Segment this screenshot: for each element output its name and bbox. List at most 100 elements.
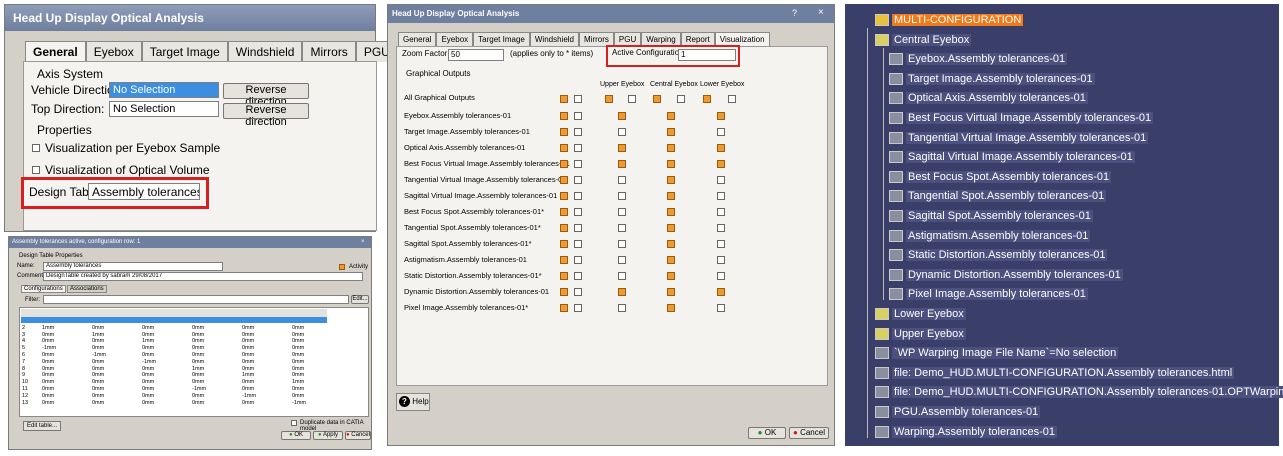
output-checkbox[interactable] [574,208,582,216]
tab-general[interactable]: General [398,32,437,46]
output-checkbox[interactable] [560,128,568,136]
tab-report[interactable]: Report [680,32,715,46]
output-checkbox[interactable] [667,176,675,184]
tab-windshield[interactable]: Windshield [227,41,303,62]
output-checkbox[interactable] [667,128,675,136]
output-checkbox[interactable] [728,95,736,103]
output-checkbox[interactable] [560,95,568,103]
output-checkbox[interactable] [574,288,582,296]
checkbox-optical-volume[interactable] [32,166,40,174]
output-checkbox[interactable] [574,112,582,120]
output-checkbox[interactable] [605,95,613,103]
output-checkbox[interactable] [717,160,725,168]
output-checkbox[interactable] [560,112,568,120]
output-checkbox[interactable] [667,240,675,248]
apply-button[interactable]: ● Apply [313,431,343,440]
output-checkbox[interactable] [560,176,568,184]
output-checkbox[interactable] [667,112,675,120]
output-checkbox[interactable] [560,192,568,200]
output-checkbox[interactable] [667,160,675,168]
output-checkbox[interactable] [560,304,568,312]
tab-general[interactable]: General [25,41,86,62]
output-checkbox[interactable] [717,128,725,136]
tree-node[interactable]: Warping.Assembly tolerances-01 [875,424,1057,441]
comment-field[interactable]: DesignTable created by sabram 29/08/2017 [43,272,363,281]
tab-warping[interactable]: Warping [641,32,681,46]
tree-node[interactable]: Central Eyebox [875,32,972,49]
output-checkbox[interactable] [717,224,725,232]
output-checkbox[interactable] [667,208,675,216]
ok-button[interactable]: ● OK [748,427,786,439]
output-checkbox[interactable] [667,272,675,280]
tree-node[interactable]: Dynamic Distortion.Assembly tolerances-0… [889,267,1123,284]
tree-node[interactable]: Static Distortion.Assembly tolerances-01 [889,247,1108,264]
output-checkbox[interactable] [560,256,568,264]
output-checkbox[interactable] [560,288,568,296]
tab-associations[interactable]: Associations [67,285,107,293]
output-checkbox[interactable] [574,256,582,264]
output-checkbox[interactable] [667,304,675,312]
output-checkbox[interactable] [618,176,626,184]
tree-node[interactable]: file: Demo_HUD.MULTI-CONFIGURATION.Assem… [875,365,1235,382]
tree-node[interactable]: Eyebox.Assembly tolerances-01 [889,51,1068,68]
tab-target-image[interactable]: Target Image [473,32,530,46]
output-checkbox[interactable] [717,208,725,216]
title-close-icon[interactable]: × [818,7,824,18]
close-icon[interactable]: × [361,238,369,246]
output-checkbox[interactable] [618,160,626,168]
vehicle-direction-field[interactable]: No Selection [109,82,219,98]
activity-checkbox[interactable] [339,264,345,270]
tab-eyebox[interactable]: Eyebox [436,32,474,46]
output-checkbox[interactable] [667,144,675,152]
output-checkbox[interactable] [667,256,675,264]
output-checkbox[interactable] [618,128,626,136]
tab-eyebox[interactable]: Eyebox [85,41,142,62]
output-checkbox[interactable] [574,176,582,184]
output-checkbox[interactable] [618,112,626,120]
output-checkbox[interactable] [628,95,636,103]
output-checkbox[interactable] [574,128,582,136]
output-checkbox[interactable] [574,160,582,168]
tree-node[interactable]: Upper Eyebox [875,326,966,343]
tree-node[interactable]: PGU.Assembly tolerances-01 [875,404,1041,421]
output-checkbox[interactable] [574,95,582,103]
tree-node[interactable]: Optical Axis.Assembly tolerances-01 [889,90,1088,107]
output-checkbox[interactable] [717,272,725,280]
reverse-direction-button-1[interactable]: Reverse direction [223,83,309,108]
ok-button[interactable]: ● OK [281,431,311,440]
output-checkbox[interactable] [618,144,626,152]
tab-configurations[interactable]: Configurations [21,285,66,293]
tree-node[interactable]: Tangential Virtual Image.Assembly tolera… [889,130,1149,147]
tree-node[interactable]: Target Image.Assembly tolerances-01 [889,71,1095,88]
output-checkbox[interactable] [560,144,568,152]
title-help-icon[interactable]: ? [792,8,797,18]
tree-node[interactable]: Best Focus Virtual Image.Assembly tolera… [889,110,1154,127]
output-checkbox[interactable] [574,192,582,200]
tree-node[interactable]: Lower Eyebox [875,306,966,323]
edit-table-button[interactable]: Edit table... [23,421,62,431]
tree-node[interactable]: file: Demo_HUD.MULTI-CONFIGURATION.Assem… [875,384,1283,401]
output-checkbox[interactable] [574,224,582,232]
tree-node[interactable]: Pixel Image.Assembly tolerances-01 [889,286,1088,303]
tree-node[interactable]: `WP Warping Image File Name`=No selectio… [875,345,1119,362]
output-checkbox[interactable] [618,288,626,296]
output-checkbox[interactable] [717,240,725,248]
output-checkbox[interactable] [560,272,568,280]
tab-target-image[interactable]: Target Image [141,41,228,62]
tree-node[interactable]: MULTI-CONFIGURATION [875,12,1024,29]
tab-mirrors[interactable]: Mirrors [579,32,614,46]
output-checkbox[interactable] [574,304,582,312]
output-checkbox[interactable] [574,272,582,280]
output-checkbox[interactable] [560,208,568,216]
top-direction-field[interactable]: No Selection [109,101,219,117]
filter-field[interactable] [43,295,349,304]
output-checkbox[interactable] [717,144,725,152]
output-checkbox[interactable] [574,240,582,248]
active-configuration-field[interactable]: 1 [678,49,736,61]
output-checkbox[interactable] [560,224,568,232]
output-checkbox[interactable] [717,256,725,264]
design-table-field[interactable]: Assembly tolerances [88,183,200,200]
tree-node[interactable]: Tangential Spot.Assembly tolerances-01 [889,188,1107,205]
name-field[interactable]: Assembly tolerances [43,262,223,271]
output-checkbox[interactable] [618,208,626,216]
